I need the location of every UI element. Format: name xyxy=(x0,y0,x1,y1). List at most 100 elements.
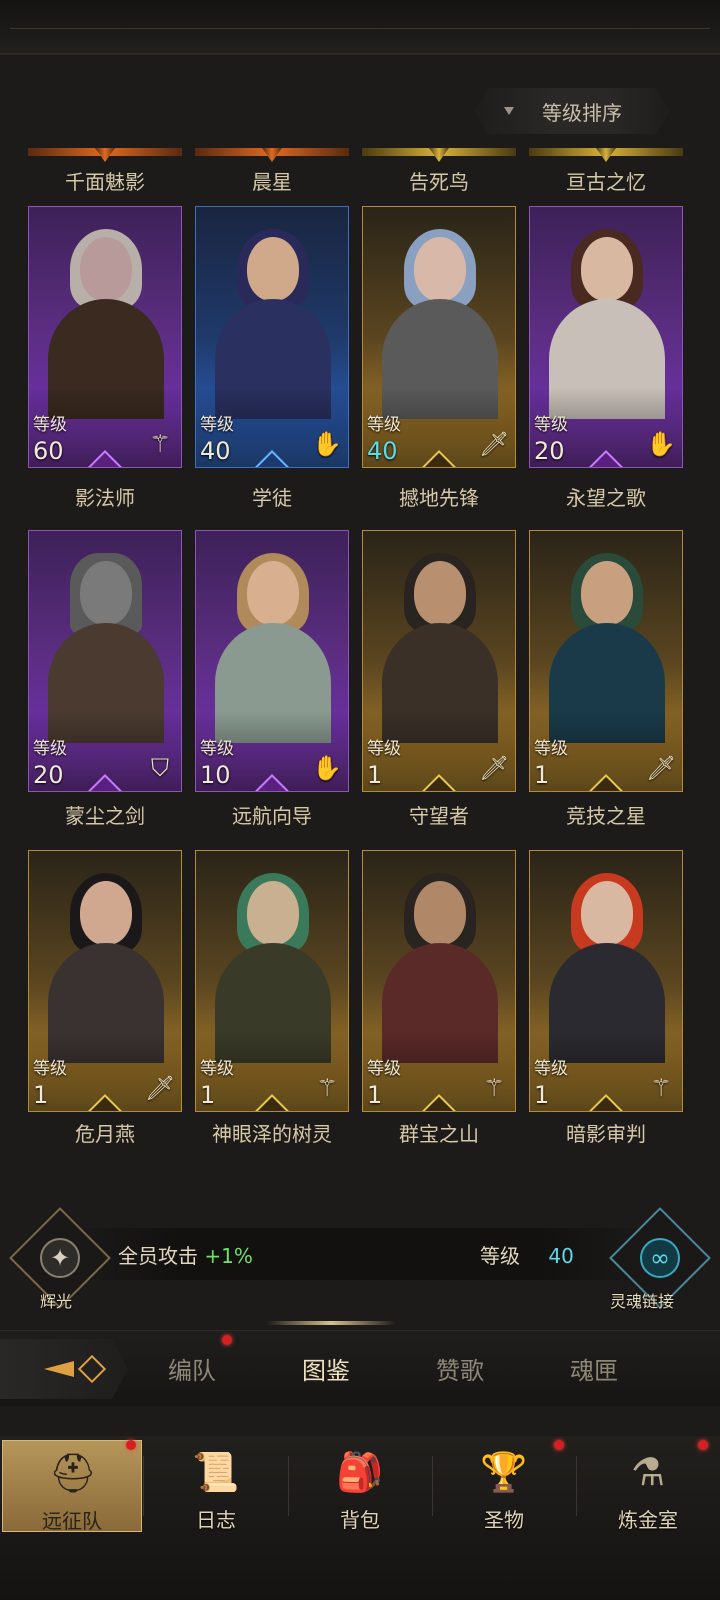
hero-name: 千面魅影 xyxy=(65,170,145,194)
hero-card[interactable]: 等级 1 ⚚ xyxy=(195,850,349,1112)
sword-icon: 🗡 xyxy=(145,1074,176,1102)
hero-card[interactable]: 等级 20 ✋ xyxy=(529,206,683,468)
hero-name: 永望之歌 xyxy=(566,486,646,510)
link-icon: ∞ xyxy=(640,1238,680,1278)
level-label: 等级 xyxy=(534,415,568,435)
notification-dot xyxy=(698,1440,708,1450)
tab-formation[interactable]: 编队 xyxy=(168,1351,216,1386)
nav-divider xyxy=(143,1456,144,1516)
hero-card[interactable]: 等级 1 ⚚ xyxy=(529,850,683,1112)
hero-name: 蒙尘之剑 xyxy=(65,804,145,828)
hero-name: 晨星 xyxy=(252,170,292,194)
nav-alchemy[interactable]: ⚗ 炼金室 xyxy=(578,1440,718,1532)
radiance-icon: ✦ xyxy=(40,1238,80,1278)
bonus-label: 全员攻击 xyxy=(118,1244,198,1268)
card-frame-cap xyxy=(28,148,182,156)
hero-card[interactable]: 等级 60 ⚚ xyxy=(28,206,182,468)
diamond-icon xyxy=(77,1354,107,1384)
nav-label: 远征队 xyxy=(42,1509,102,1533)
hero-list[interactable]: 千面魅影 晨星 告死鸟 亘古之忆 等级 60 ⚚ 等级 40 ✋ 等级 40 🗡 xyxy=(0,148,720,1208)
tab-anthem[interactable]: 赞歌 xyxy=(436,1351,484,1386)
hero-name: 竞技之星 xyxy=(566,804,646,828)
nav-expedition[interactable]: ⛑ 远征队 xyxy=(2,1440,142,1533)
hero-card[interactable]: 等级 1 ⚚ xyxy=(362,850,516,1112)
active-tab-indicator xyxy=(266,1321,396,1325)
hero-card[interactable]: 等级 40 🗡 xyxy=(362,206,516,468)
level-label: 等级 xyxy=(33,1059,67,1079)
hero-name: 影法师 xyxy=(75,486,135,510)
level-value: 1 xyxy=(33,1081,49,1109)
level-value: 60 xyxy=(33,437,64,465)
sword-icon: 🗡 xyxy=(646,754,677,782)
level-label: 等级 xyxy=(200,415,234,435)
soul-link-level-label: 等级 xyxy=(480,1244,520,1268)
hero-card[interactable]: 等级 10 ✋ xyxy=(195,530,349,792)
level-label: 等级 xyxy=(200,1059,234,1079)
nav-divider xyxy=(288,1456,289,1516)
tab-codex[interactable]: 图鉴 xyxy=(302,1351,350,1386)
sort-dropdown-button[interactable]: 等级排序 xyxy=(474,88,670,134)
level-label: 等级 xyxy=(33,415,67,435)
sword-icon: 🗡 xyxy=(479,430,510,458)
staff-icon: ⚚ xyxy=(483,1074,505,1102)
sort-label: 等级排序 xyxy=(542,100,622,125)
caret-down-icon xyxy=(504,107,514,115)
nav-label: 炼金室 xyxy=(618,1508,678,1532)
level-value: 40 xyxy=(367,437,398,465)
level-value: 40 xyxy=(200,437,231,465)
hero-name: 暗影审判 xyxy=(566,1122,646,1146)
soul-link-caption: 灵魂链接 xyxy=(610,1292,675,1311)
horned-helmet-icon: ⛑ xyxy=(48,1451,98,1495)
team-bonus-bar: ✦ 辉光 全员攻击 +1% 等级 40 ∞ 灵魂链接 xyxy=(0,1207,720,1311)
hero-name: 远航向导 xyxy=(232,804,312,828)
soul-link-level: 等级 40 xyxy=(480,1240,574,1269)
level-value: 20 xyxy=(534,437,565,465)
notification-dot xyxy=(554,1440,564,1450)
card-frame-cap xyxy=(529,148,683,156)
nav-journal[interactable]: 📜 日志 xyxy=(146,1440,286,1532)
bonus-percent: +1% xyxy=(204,1244,253,1268)
team-attack-bonus: 全员攻击 +1% xyxy=(118,1240,253,1269)
level-label: 等级 xyxy=(367,739,401,759)
level-label: 等级 xyxy=(367,1059,401,1079)
nav-divider xyxy=(576,1456,577,1516)
hero-name: 告死鸟 xyxy=(409,170,469,194)
radiance-caption: 辉光 xyxy=(40,1292,73,1311)
hand-icon: ✋ xyxy=(312,430,342,458)
bottom-navigation: ⛑ 远征队 📜 日志 🎒 背包 🏆 圣物 ⚗ 炼金室 xyxy=(0,1436,720,1600)
level-label: 等级 xyxy=(33,739,67,759)
hero-name: 守望者 xyxy=(409,804,469,828)
sword-icon: 🗡 xyxy=(479,754,510,782)
hero-name: 亘古之忆 xyxy=(566,170,646,194)
hero-card[interactable]: 等级 1 🗡 xyxy=(28,850,182,1112)
level-label: 等级 xyxy=(367,415,401,435)
nav-relics[interactable]: 🏆 圣物 xyxy=(434,1440,574,1532)
level-value: 20 xyxy=(33,761,64,789)
level-value: 1 xyxy=(200,1081,216,1109)
level-value: 1 xyxy=(534,761,550,789)
top-frame xyxy=(0,0,720,55)
shield-icon: ⛉ xyxy=(151,754,169,782)
level-value: 1 xyxy=(534,1081,550,1109)
hero-card[interactable]: 等级 20 ⛉ xyxy=(28,530,182,792)
flask-icon: ⚗ xyxy=(630,1450,666,1494)
card-frame-cap xyxy=(195,148,349,156)
level-value: 1 xyxy=(367,1081,383,1109)
tab-soul-box[interactable]: 魂匣 xyxy=(570,1351,618,1386)
hero-name: 撼地先锋 xyxy=(399,486,479,510)
hero-name: 神眼泽的树灵 xyxy=(212,1122,332,1146)
back-button[interactable] xyxy=(0,1339,128,1399)
hero-name: 危月燕 xyxy=(75,1122,135,1146)
hand-icon: ✋ xyxy=(312,754,342,782)
soul-link-level-value: 40 xyxy=(548,1244,574,1268)
hero-card[interactable]: 等级 1 🗡 xyxy=(362,530,516,792)
hero-card[interactable]: 等级 1 🗡 xyxy=(529,530,683,792)
nav-label: 圣物 xyxy=(484,1508,524,1532)
staff-icon: ⚚ xyxy=(149,430,171,458)
scroll-icon: 📜 xyxy=(192,1450,240,1494)
level-label: 等级 xyxy=(200,739,234,759)
hero-card[interactable]: 等级 40 ✋ xyxy=(195,206,349,468)
hero-name: 学徒 xyxy=(252,486,292,510)
hand-icon: ✋ xyxy=(646,430,676,458)
nav-backpack[interactable]: 🎒 背包 xyxy=(290,1440,430,1532)
